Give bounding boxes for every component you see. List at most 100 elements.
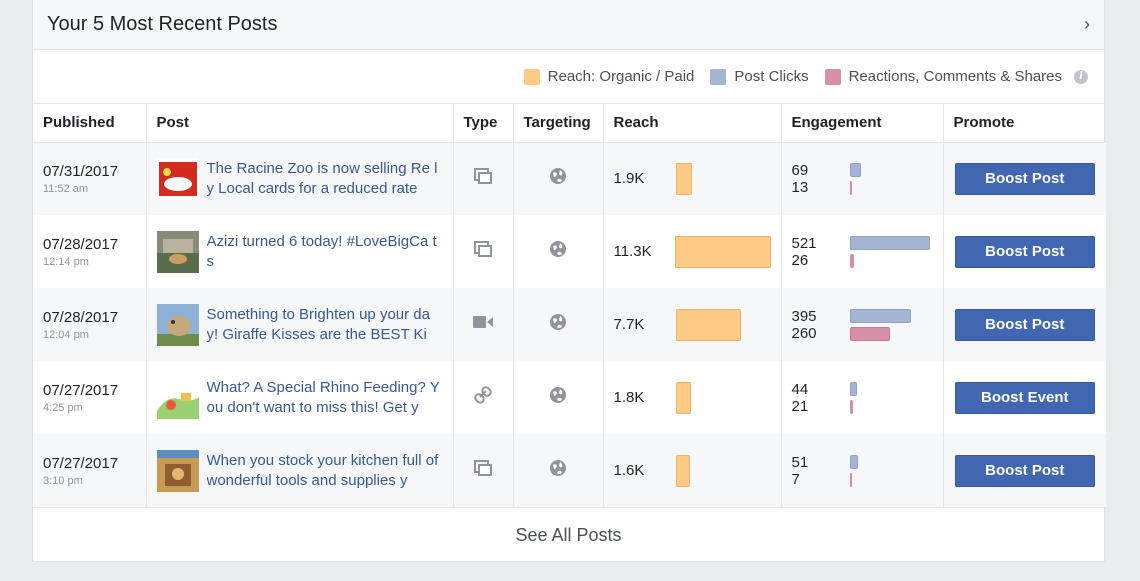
reach-cell: 11.3K <box>603 215 782 288</box>
post-cell: The Racine Zoo is now selling Re ly Loca… <box>146 142 454 215</box>
type-cell <box>453 288 514 361</box>
post-time: 3:10 pm <box>43 474 83 487</box>
globe-icon <box>549 240 567 258</box>
reach-cell: 1.9K <box>603 142 782 215</box>
post-text-link[interactable]: Azizi turned 6 today! #LoveBigCa ts <box>207 232 443 272</box>
globe-icon <box>549 313 567 331</box>
card-header: Your 5 Most Recent Posts › <box>33 0 1104 50</box>
type-cell <box>453 361 514 434</box>
reactions-bar <box>849 180 852 195</box>
post-cell: When you stock your kitchen full of wond… <box>146 434 454 507</box>
reactions-bar <box>849 326 890 341</box>
post-time: 12:14 pm <box>43 255 89 268</box>
legend-item-clicks: Post Clicks <box>710 68 809 85</box>
globe-icon <box>549 386 567 404</box>
clicks-bar <box>849 308 911 323</box>
legend: Reach: Organic / Paid Post Clicks Reacti… <box>33 50 1104 104</box>
promote-cell: Boost Post <box>943 142 1106 215</box>
post-thumbnail[interactable] <box>156 230 199 273</box>
targeting-cell <box>513 142 604 215</box>
chevron-right-icon[interactable]: › <box>1084 14 1090 35</box>
boost-button[interactable]: Boost Post <box>954 235 1095 268</box>
reach-swatch <box>523 68 540 85</box>
boost-button[interactable]: Boost Event <box>954 381 1095 414</box>
clicks-swatch <box>710 68 727 85</box>
reach-cell: 7.7K <box>603 288 782 361</box>
post-cell: What? A Special Rhino Feeding? You don't… <box>146 361 454 434</box>
post-cell: Azizi turned 6 today! #LoveBigCa ts <box>146 215 454 288</box>
col-engagement: Engagement <box>781 104 944 143</box>
col-reach: Reach <box>603 104 782 143</box>
reactions-value: 26 <box>791 251 809 269</box>
post-thumbnail[interactable] <box>156 157 199 200</box>
post-date: 07/27/2017 <box>43 381 119 399</box>
targeting-cell <box>513 215 604 288</box>
post-thumbnail[interactable] <box>156 303 199 346</box>
boost-button[interactable]: Boost Post <box>954 454 1095 487</box>
table-row: 07/31/2017 11:52 am The Racine Zoo is now … <box>33 142 1106 215</box>
post-thumbnail[interactable] <box>156 376 199 419</box>
clicks-value: 44 <box>791 380 809 398</box>
published-cell: 07/27/2017 4:25 pm <box>33 361 147 434</box>
reach-value: 1.8K <box>613 389 645 406</box>
reactions-value: 21 <box>791 397 809 415</box>
col-targeting: Targeting <box>513 104 604 143</box>
col-published: Published <box>33 104 147 143</box>
post-thumbnail[interactable] <box>156 449 199 492</box>
reactions-value: 7 <box>791 470 800 488</box>
table-row: 07/27/2017 4:25 pm What? A Special Rhino F… <box>33 361 1106 434</box>
link-type-icon <box>474 385 492 405</box>
reactions-bar <box>849 253 854 268</box>
legend-label-reach: Reach: Organic / Paid <box>547 68 695 85</box>
table-row: 07/28/2017 12:14 pm Azizi turned 6 today! … <box>33 215 1106 288</box>
promote-cell: Boost Post <box>943 215 1106 288</box>
post-date: 07/28/2017 <box>43 308 119 326</box>
reach-bar <box>675 308 741 341</box>
info-icon[interactable]: i <box>1074 69 1088 84</box>
targeting-cell <box>513 434 604 507</box>
col-type: Type <box>453 104 514 143</box>
post-text-link[interactable]: When you stock your kitchen full of wond… <box>207 451 443 491</box>
reach-bar <box>675 454 690 487</box>
clicks-bar <box>849 454 858 469</box>
boost-button[interactable]: Boost Post <box>954 162 1095 195</box>
legend-label-reactions: Reactions, Comments & Shares <box>848 68 1062 85</box>
globe-icon <box>549 459 567 477</box>
reach-bar <box>675 381 691 414</box>
type-cell <box>453 142 514 215</box>
post-date: 07/31/2017 <box>43 162 119 180</box>
published-cell: 07/28/2017 12:04 pm <box>33 288 147 361</box>
promote-cell: Boost Event <box>943 361 1106 434</box>
see-all-posts-link[interactable]: See All Posts <box>33 507 1104 563</box>
reach-value: 11.3K <box>613 243 652 260</box>
table-header-row: Published Post Type Targeting Reach Enga… <box>33 104 1106 143</box>
post-cell: Something to Brighten up your da y! Gira… <box>146 288 454 361</box>
reach-bar <box>675 235 771 268</box>
reactions-value: 13 <box>791 178 809 196</box>
engagement-cell: 44 21 <box>781 361 944 434</box>
post-time: 11:52 am <box>43 182 89 195</box>
clicks-value: 69 <box>791 161 809 179</box>
post-text-link[interactable]: Something to Brighten up your da y! Gira… <box>207 305 443 345</box>
reactions-bar <box>849 472 852 487</box>
col-post: Post <box>146 104 454 143</box>
recent-posts-card: Your 5 Most Recent Posts › Reach: Organi… <box>32 0 1106 563</box>
post-text-link[interactable]: What? A Special Rhino Feeding? You don't… <box>207 378 443 418</box>
clicks-bar <box>849 162 861 177</box>
video-type-icon <box>473 315 493 329</box>
photo-type-icon <box>474 168 492 185</box>
clicks-value: 51 <box>791 453 809 471</box>
engagement-cell: 521 26 <box>781 215 944 288</box>
reactions-swatch <box>824 68 841 85</box>
reach-value: 1.9K <box>613 170 645 188</box>
promote-cell: Boost Post <box>943 434 1106 507</box>
legend-label-clicks: Post Clicks <box>734 68 809 85</box>
post-text-link[interactable]: The Racine Zoo is now selling Re ly Loca… <box>207 159 443 199</box>
photo-type-icon <box>474 241 492 257</box>
engagement-cell: 395 260 <box>781 288 944 361</box>
targeting-cell <box>513 361 604 434</box>
reactions-value: 260 <box>791 324 817 342</box>
clicks-value: 521 <box>791 234 817 252</box>
legend-item-reactions: Reactions, Comments & Shares i <box>824 68 1088 85</box>
boost-button[interactable]: Boost Post <box>954 308 1095 341</box>
